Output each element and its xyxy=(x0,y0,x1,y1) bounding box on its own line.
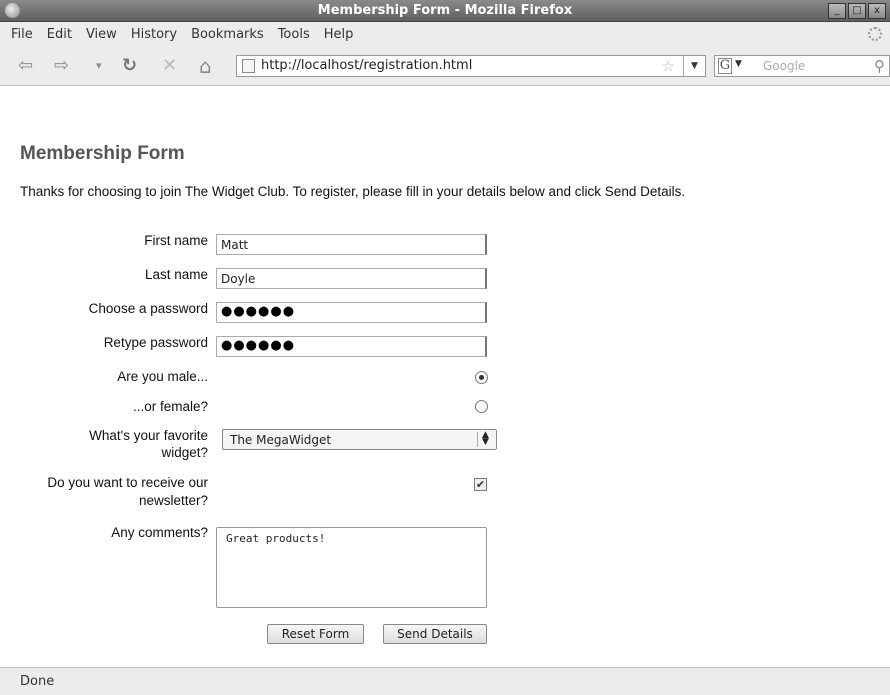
url-bar[interactable]: http://localhost/registration.html ☆ ▼ xyxy=(236,55,706,77)
bookmark-star-icon[interactable]: ☆ xyxy=(662,57,675,75)
url-text[interactable]: http://localhost/registration.html xyxy=(261,58,472,73)
widget-select[interactable]: The MegaWidget ▲ ▼ xyxy=(222,429,497,450)
reset-form-button[interactable]: Reset Form xyxy=(267,624,364,644)
last-name-field[interactable]: Doyle xyxy=(216,268,487,289)
menu-file[interactable]: File xyxy=(4,27,40,42)
back-icon[interactable]: ⇦ xyxy=(18,56,33,76)
navigation-toolbar: ⇦ ⇨ ▾ ↻ ✕ ⌂ http://localhost/registratio… xyxy=(0,46,890,86)
comments-label: Any comments? xyxy=(111,525,208,540)
male-radio[interactable] xyxy=(475,371,488,384)
history-dropdown-icon[interactable]: ▾ xyxy=(96,56,102,76)
first-name-field[interactable]: Matt xyxy=(216,234,487,255)
page-title: Membership Form xyxy=(20,143,185,164)
newsletter-checkbox[interactable]: ✔ xyxy=(474,478,487,491)
menu-edit[interactable]: Edit xyxy=(40,27,79,42)
menu-tools[interactable]: Tools xyxy=(271,27,317,42)
window-controls: _ □ x xyxy=(828,3,886,19)
stop-icon[interactable]: ✕ xyxy=(162,56,177,76)
retype-password-field[interactable]: ●●●●●● xyxy=(216,336,487,357)
newsletter-label-line1: Do you want to receive our xyxy=(47,475,208,490)
url-dropdown-icon[interactable]: ▼ xyxy=(683,56,705,76)
password-label: Choose a password xyxy=(88,301,208,316)
search-engine-dropdown-icon[interactable]: ▼ xyxy=(735,59,742,69)
first-name-label: First name xyxy=(144,233,208,248)
send-details-button[interactable]: Send Details xyxy=(383,624,487,644)
retype-password-label: Retype password xyxy=(103,335,208,350)
widget-selected-value: The MegaWidget xyxy=(230,433,332,447)
search-icon[interactable]: ⚲ xyxy=(874,57,885,75)
minimize-button[interactable]: _ xyxy=(828,3,846,19)
menu-help[interactable]: Help xyxy=(317,27,361,42)
menu-view[interactable]: View xyxy=(79,27,124,42)
maximize-button[interactable]: □ xyxy=(848,3,866,19)
menu-bar: File Edit View History Bookmarks Tools H… xyxy=(0,22,890,46)
comments-textarea[interactable]: Great products! xyxy=(216,527,487,608)
female-radio[interactable] xyxy=(475,400,488,413)
widget-label-line1: What's your favorite xyxy=(89,428,208,443)
page-content: Membership Form Thanks for choosing to j… xyxy=(0,87,890,667)
status-text: Done xyxy=(20,674,55,689)
forward-icon[interactable]: ⇨ xyxy=(54,56,69,76)
menu-bookmarks[interactable]: Bookmarks xyxy=(184,27,271,42)
last-name-label: Last name xyxy=(144,267,208,282)
password-field[interactable]: ●●●●●● xyxy=(216,302,487,323)
male-label: Are you male... xyxy=(117,369,208,384)
title-bar: Membership Form - Mozilla Firefox _ □ x xyxy=(0,0,890,22)
search-engine-icon[interactable]: G xyxy=(718,58,732,74)
window-title: Membership Form - Mozilla Firefox xyxy=(317,3,573,18)
page-icon xyxy=(242,59,255,73)
reload-icon[interactable]: ↻ xyxy=(122,56,137,76)
select-arrows-icon: ▲ ▼ xyxy=(477,431,493,447)
newsletter-label-line2: newsletter? xyxy=(138,493,208,508)
throbber-icon xyxy=(868,27,882,41)
close-button[interactable]: x xyxy=(868,3,886,19)
intro-text: Thanks for choosing to join The Widget C… xyxy=(20,184,686,199)
search-placeholder[interactable]: Google xyxy=(763,59,805,73)
widget-label-line2: widget? xyxy=(161,445,208,460)
menu-history[interactable]: History xyxy=(124,27,184,42)
home-icon[interactable]: ⌂ xyxy=(199,56,212,76)
status-bar: Done xyxy=(0,667,890,695)
search-bar[interactable]: G ▼ Google ⚲ xyxy=(714,55,890,77)
female-label: ...or female? xyxy=(132,399,208,414)
